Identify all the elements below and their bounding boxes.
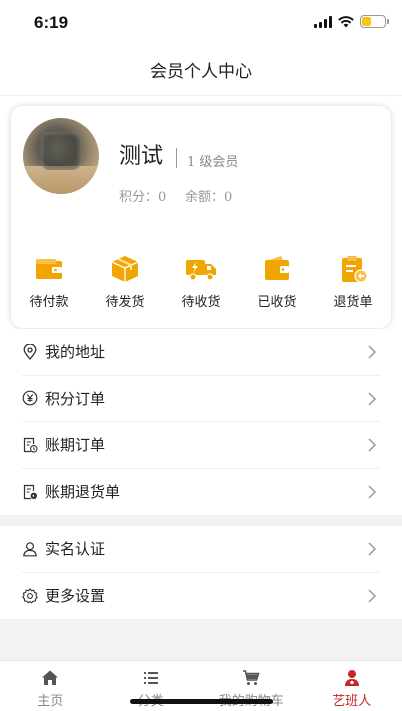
- username: 测试: [119, 144, 164, 169]
- order-pending-shipment[interactable]: 待发货: [87, 254, 163, 310]
- home-indicator: [130, 699, 273, 704]
- home-icon: [42, 670, 59, 685]
- menu-item-label: 更多设置: [45, 587, 106, 606]
- wifi-icon: [338, 15, 354, 27]
- tab-home[interactable]: 主页: [0, 661, 101, 711]
- status-bar: 6:19: [0, 0, 402, 44]
- menu-item-label: 实名认证: [45, 540, 106, 559]
- order-label: 待付款: [29, 295, 69, 310]
- profile-section: 测试 1 级会员 积分：0 余额：0 待付款 待发货 待收货 已收货 退货单: [0, 96, 402, 330]
- menu-item-my-address[interactable]: 我的地址: [22, 329, 380, 376]
- truck-icon: [186, 260, 216, 281]
- menu-item-more-settings[interactable]: 更多设置: [22, 573, 380, 620]
- chevron-right-icon: [368, 438, 377, 452]
- list-icon: [143, 672, 158, 684]
- yuan-coin-icon: [22, 390, 38, 406]
- divider: [176, 148, 177, 168]
- received-wallet-icon: [265, 256, 289, 280]
- user-icon: [22, 541, 38, 557]
- navigation-bar: 会员个人中心: [0, 44, 402, 96]
- page-title: 会员个人中心: [150, 62, 252, 82]
- order-returns[interactable]: 退货单: [315, 254, 391, 310]
- order-received[interactable]: 已收货: [239, 254, 315, 310]
- cart-icon: [243, 670, 260, 685]
- order-label: 待收货: [181, 295, 221, 310]
- chevron-right-icon: [368, 391, 377, 406]
- order-shortcuts: 待付款 待发货 待收货 已收货 退货单: [11, 254, 391, 310]
- menu-item-real-name-verification[interactable]: 实名认证: [22, 526, 380, 573]
- status-time: 6:19: [34, 13, 69, 32]
- chevron-right-icon: [368, 542, 377, 556]
- points-value: 积分：0: [119, 190, 167, 205]
- chevron-right-icon: [368, 588, 377, 603]
- document-clock-icon: [22, 437, 38, 453]
- order-label: 待发货: [105, 295, 145, 310]
- menu-item-label: 积分订单: [45, 389, 106, 408]
- menu-group-settings: 实名认证 更多设置: [0, 526, 402, 619]
- menu-item-label: 我的地址: [45, 343, 106, 362]
- balance-value: 余额：0: [185, 190, 233, 205]
- tab-label: 艺班人: [332, 694, 372, 709]
- order-pending-receipt[interactable]: 待收货: [163, 254, 239, 310]
- chevron-right-icon: [368, 345, 377, 359]
- status-icons: [314, 15, 389, 28]
- profile-card: 测试 1 级会员 积分：0 余额：0 待付款 待发货 待收货 已收货 退货单: [11, 106, 391, 328]
- profile-icon: [344, 670, 359, 686]
- order-label: 已收货: [257, 295, 297, 310]
- order-label: 退货单: [333, 295, 373, 310]
- document-return-icon: [22, 484, 38, 500]
- menu-group-orders: 我的地址 积分订单 账期订单 账期退货单: [0, 329, 402, 515]
- location-pin-icon: [22, 343, 38, 360]
- menu-item-points-orders[interactable]: 积分订单: [22, 376, 380, 422]
- battery-icon: [360, 15, 389, 28]
- tab-profile[interactable]: 艺班人: [302, 661, 402, 711]
- menu-item-label: 账期订单: [45, 436, 106, 455]
- order-pending-payment[interactable]: 待付款: [11, 254, 87, 310]
- menu-item-credit-orders[interactable]: 账期订单: [22, 422, 380, 469]
- member-level: 1 级会员: [187, 155, 239, 170]
- cellular-signal-icon: [314, 15, 332, 28]
- gear-icon: [22, 587, 38, 604]
- avatar[interactable]: [23, 118, 99, 194]
- chevron-right-icon: [368, 484, 377, 499]
- package-icon: [111, 256, 139, 282]
- wallet-icon: [36, 259, 62, 279]
- menu-item-label: 账期退货单: [45, 483, 121, 502]
- return-clipboard-icon: [342, 256, 368, 283]
- menu-item-credit-returns[interactable]: 账期退货单: [22, 469, 380, 516]
- tab-label: 主页: [37, 694, 64, 709]
